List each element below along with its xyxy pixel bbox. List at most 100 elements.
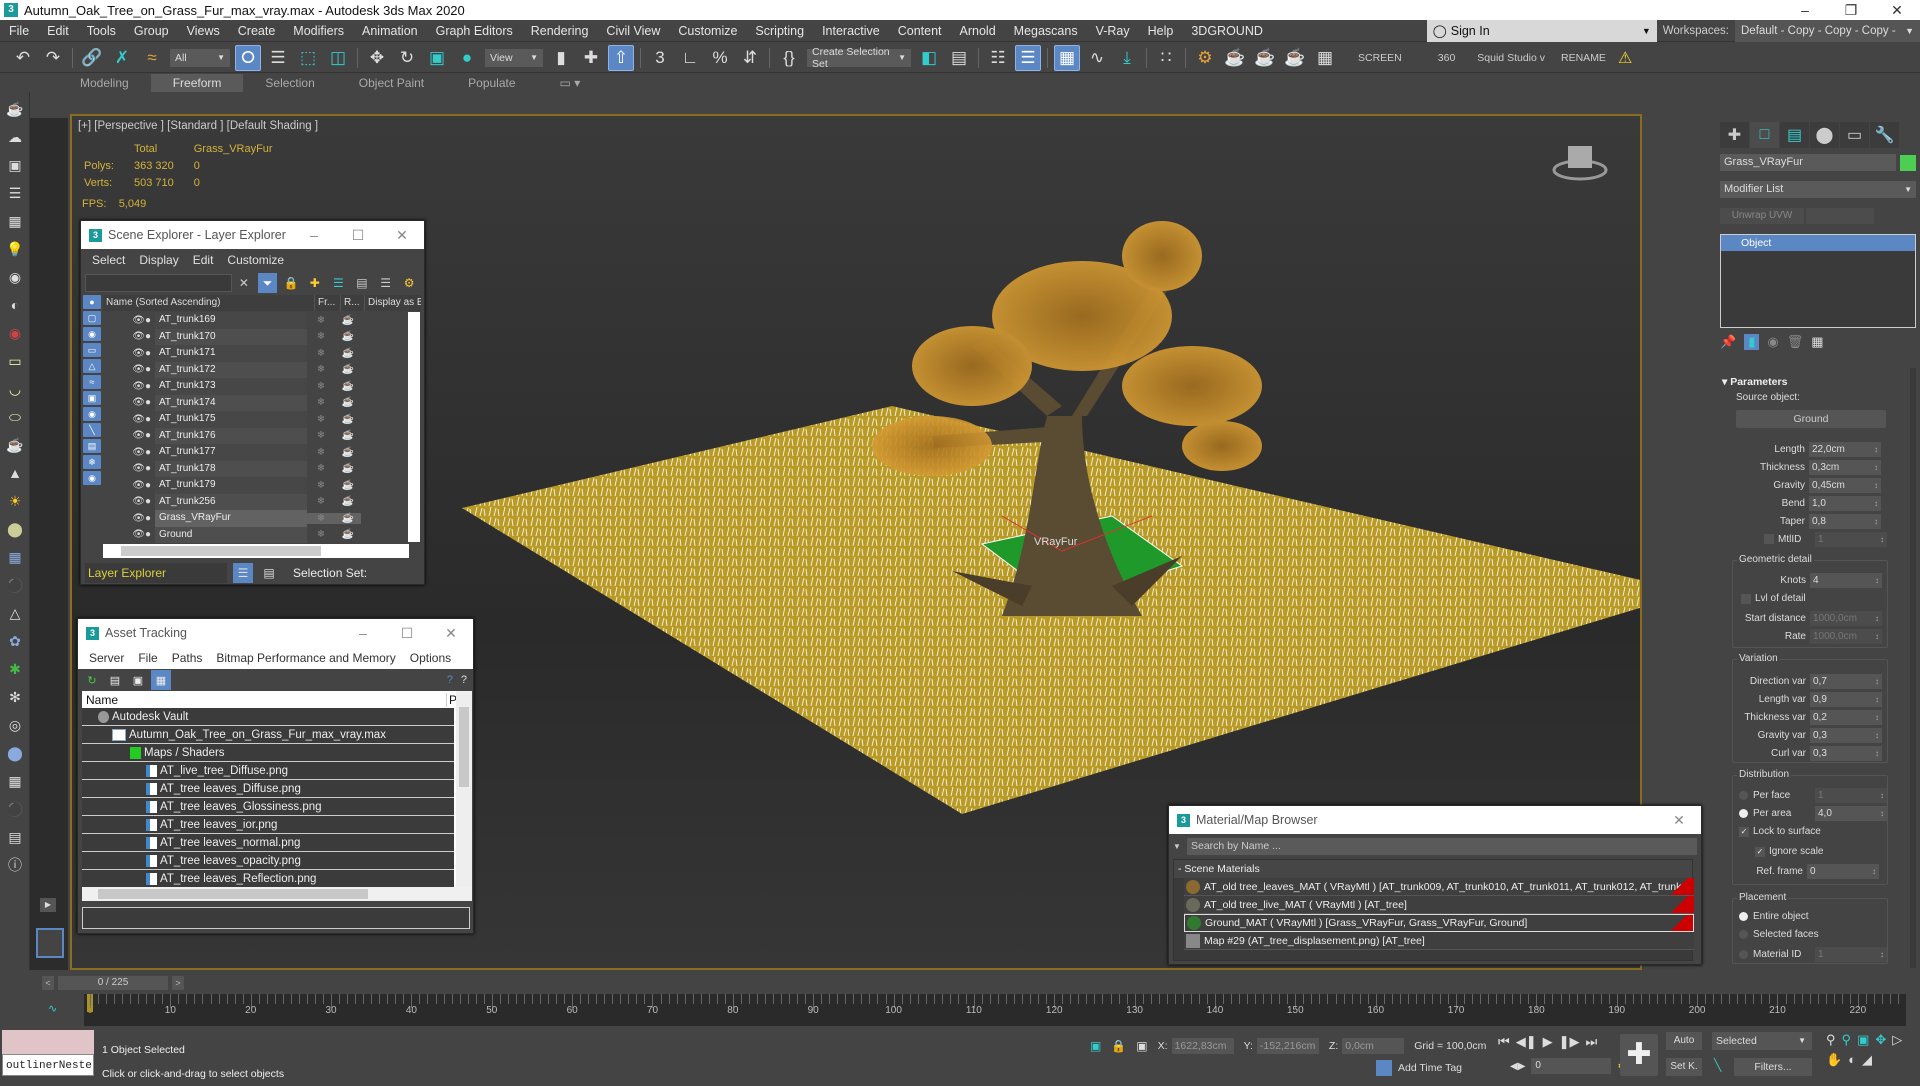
horizontal-scrollbar[interactable] <box>103 544 409 558</box>
pan-icon[interactable]: ✋ <box>1826 1052 1842 1068</box>
curl-var-spinner[interactable]: 0,3 <box>1810 745 1882 761</box>
table-panel-icon[interactable]: ▦ <box>4 210 26 232</box>
freeze-icon[interactable]: ❄ <box>307 512 335 524</box>
col-display-as-box[interactable]: Display as Bo <box>365 295 421 311</box>
rotate-icon[interactable]: ↻ <box>394 45 420 71</box>
help-icon[interactable]: ⓘ <box>4 854 26 876</box>
list-item-selected[interactable]: Ground_MAT ( VRayMtl ) [Grass_VRayFur, G… <box>1184 914 1694 932</box>
freeze-icon[interactable]: ❄ <box>307 348 335 359</box>
per-area-radio[interactable] <box>1739 809 1748 818</box>
list-item[interactable]: 👁● AT_trunk178 ❄ ☕ <box>103 460 421 477</box>
close-icon[interactable]: ✕ <box>380 227 424 244</box>
percent-snap-icon[interactable]: % <box>707 45 733 71</box>
tab-populate[interactable]: Populate <box>446 74 537 92</box>
render-teapot-icon[interactable]: ☕ <box>335 512 361 524</box>
grass-icon[interactable]: ✱ <box>4 658 26 680</box>
settings-icon[interactable]: ⚙ <box>399 273 419 293</box>
render-teapot-icon[interactable]: ☕ <box>335 364 361 375</box>
vray-material-icon[interactable]: ⬤ <box>4 742 26 764</box>
decal-icon[interactable]: ◎ <box>4 714 26 736</box>
per-face-spinner[interactable]: 1 <box>1815 788 1887 803</box>
render-teapot-icon[interactable]: ☕ <box>335 331 361 342</box>
layer-remove-icon[interactable]: ▤ <box>352 273 372 293</box>
x-coordinate-field[interactable]: 1622,83cm <box>1171 1038 1234 1054</box>
move-icon[interactable]: ✥ <box>364 45 390 71</box>
scene-materials-group[interactable]: - Scene Materials <box>1174 860 1692 878</box>
explorer-type-dropdown[interactable]: Layer Explorer <box>85 563 227 583</box>
material-search-input[interactable]: Search by Name ... <box>1187 837 1697 855</box>
col-renderable[interactable]: R... <box>341 295 365 311</box>
list-item[interactable]: AT_old tree_leaves_MAT ( VRayMtl ) [AT_t… <box>1184 878 1694 896</box>
toggle-scene-explorer-icon[interactable]: ☷ <box>985 45 1011 71</box>
freeze-icon[interactable]: ❄ <box>307 529 335 540</box>
metaball-icon[interactable]: ⚫ <box>4 574 26 596</box>
tab-modeling[interactable]: Modeling <box>58 74 151 92</box>
freeze-icon[interactable]: ❄ <box>307 331 335 342</box>
visibility-icon[interactable]: 👁● <box>115 480 155 491</box>
y-coordinate-field[interactable]: -152,216cm <box>1256 1038 1319 1054</box>
list-item[interactable]: AT_old tree_live_MAT ( VRayMtl ) [AT_tre… <box>1184 896 1694 914</box>
col-frozen[interactable]: Fr... <box>315 295 341 311</box>
next-frame-icon[interactable]: > <box>172 976 184 990</box>
expand-panel-icon[interactable]: ▶ <box>40 898 56 912</box>
pin-stack-icon[interactable]: 📌 <box>1720 334 1736 350</box>
hierarchy-icon[interactable]: ▤ <box>1780 122 1809 148</box>
list-item[interactable]: 👁● AT_trunk169 ❄ ☕ <box>103 312 421 329</box>
freeze-icon[interactable]: ❄ <box>307 430 335 441</box>
minimize-icon[interactable]: – <box>1782 2 1828 19</box>
list-view-icon[interactable]: ▤ <box>105 670 125 690</box>
se-menu-select[interactable]: Select <box>85 253 132 267</box>
scene-explorer-titlebar[interactable]: 3 Scene Explorer - Layer Explorer – ☐ ✕ <box>81 221 424 249</box>
asset-tracking-titlebar[interactable]: 3 Asset Tracking – ☐ ✕ <box>78 619 473 647</box>
ignore-scale-checkbox[interactable]: ✓ <box>1755 846 1765 857</box>
list-item[interactable]: AT_tree leaves_Glossiness.png <box>82 798 454 816</box>
dome-icon[interactable]: ◐ <box>4 294 26 316</box>
list-item[interactable]: Map #29 (AT_tree_displasement.png) [AT_t… <box>1184 932 1694 950</box>
field-of-view-icon[interactable]: ▷ <box>1892 1032 1902 1048</box>
teapot-icon[interactable]: ☕ <box>4 98 26 120</box>
menu-edit[interactable]: Edit <box>38 24 78 38</box>
menu-content[interactable]: Content <box>889 24 951 38</box>
timeline-track[interactable]: 0 10 20 30 40 50 60 70 80 90 100 110 120 130 140 150 160… <box>84 994 1906 1026</box>
list-item[interactable]: AT_tree leaves_normal.png <box>82 834 454 852</box>
direction-var-spinner[interactable]: 0,7 <box>1810 673 1882 689</box>
cloud-icon[interactable]: ☁ <box>4 126 26 148</box>
zoom-extents-all-icon[interactable]: ✥ <box>1875 1032 1886 1048</box>
at-menu-server[interactable]: Server <box>82 651 131 665</box>
list-item[interactable]: 👁● AT_trunk175 ❄ ☕ <box>103 411 421 428</box>
workspace-dropdown[interactable]: Default - Copy - Copy - Copy - Copy ▼ <box>1735 19 1920 59</box>
auto-key-button[interactable]: Auto <box>1666 1032 1702 1050</box>
go-to-end-icon[interactable]: ⏭ <box>1585 1034 1597 1050</box>
list-item[interactable]: 👁● AT_trunk179 ❄ ☕ <box>103 477 421 494</box>
filter-spacewarps-icon[interactable]: ≈ <box>83 375 101 389</box>
render-teapot-icon[interactable]: ☕ <box>335 315 361 326</box>
hair-farm-icon[interactable]: ✻ <box>4 686 26 708</box>
render-frame-icon[interactable]: ▣ <box>4 154 26 176</box>
menu-interactive[interactable]: Interactive <box>813 24 889 38</box>
filter-frozen-icon[interactable]: ❄ <box>83 455 101 469</box>
command-panel-scrollbar[interactable] <box>1910 368 1916 968</box>
visibility-icon[interactable]: 👁● <box>115 414 155 425</box>
menu-views[interactable]: Views <box>178 24 229 38</box>
toggle-ribbon-icon[interactable]: ▦ <box>1054 44 1080 71</box>
filters-button[interactable]: Filters... <box>1734 1058 1812 1076</box>
window-crossing-icon[interactable]: ◫ <box>325 45 351 71</box>
viewport-label[interactable]: [+] [Perspective ] [Standard ] [Default … <box>78 120 318 132</box>
align-icon[interactable]: ▤ <box>946 45 972 71</box>
parameters-rollout-header[interactable]: ▾ Parameters <box>1722 376 1787 388</box>
add-layer-icon[interactable]: ✚ <box>305 273 325 293</box>
tab-freeform[interactable]: Freeform <box>150 74 244 92</box>
list-item[interactable]: Maps / Shaders <box>82 744 454 762</box>
show-end-result-icon[interactable]: ▮ <box>1744 334 1760 350</box>
menu-tools[interactable]: Tools <box>78 24 125 38</box>
object-color-swatch[interactable] <box>1900 154 1916 171</box>
vertical-scrollbar[interactable] <box>408 312 420 542</box>
render-grid-icon[interactable]: ▦ <box>1312 45 1338 71</box>
maxscript-listener[interactable]: outlinerNeste <box>2 1030 94 1078</box>
scale-icon[interactable]: ▣ <box>424 45 450 71</box>
sun-icon[interactable]: ☀ <box>4 490 26 512</box>
list-item[interactable]: 👁● AT_trunk177 ❄ ☕ <box>103 444 421 461</box>
rendered-frame-window-icon[interactable]: ☕ <box>1222 45 1248 71</box>
object-name-field[interactable]: Grass_VRayFur <box>1720 154 1896 171</box>
material-browser-titlebar[interactable]: 3 Material/Map Browser ✕ <box>1169 806 1701 834</box>
